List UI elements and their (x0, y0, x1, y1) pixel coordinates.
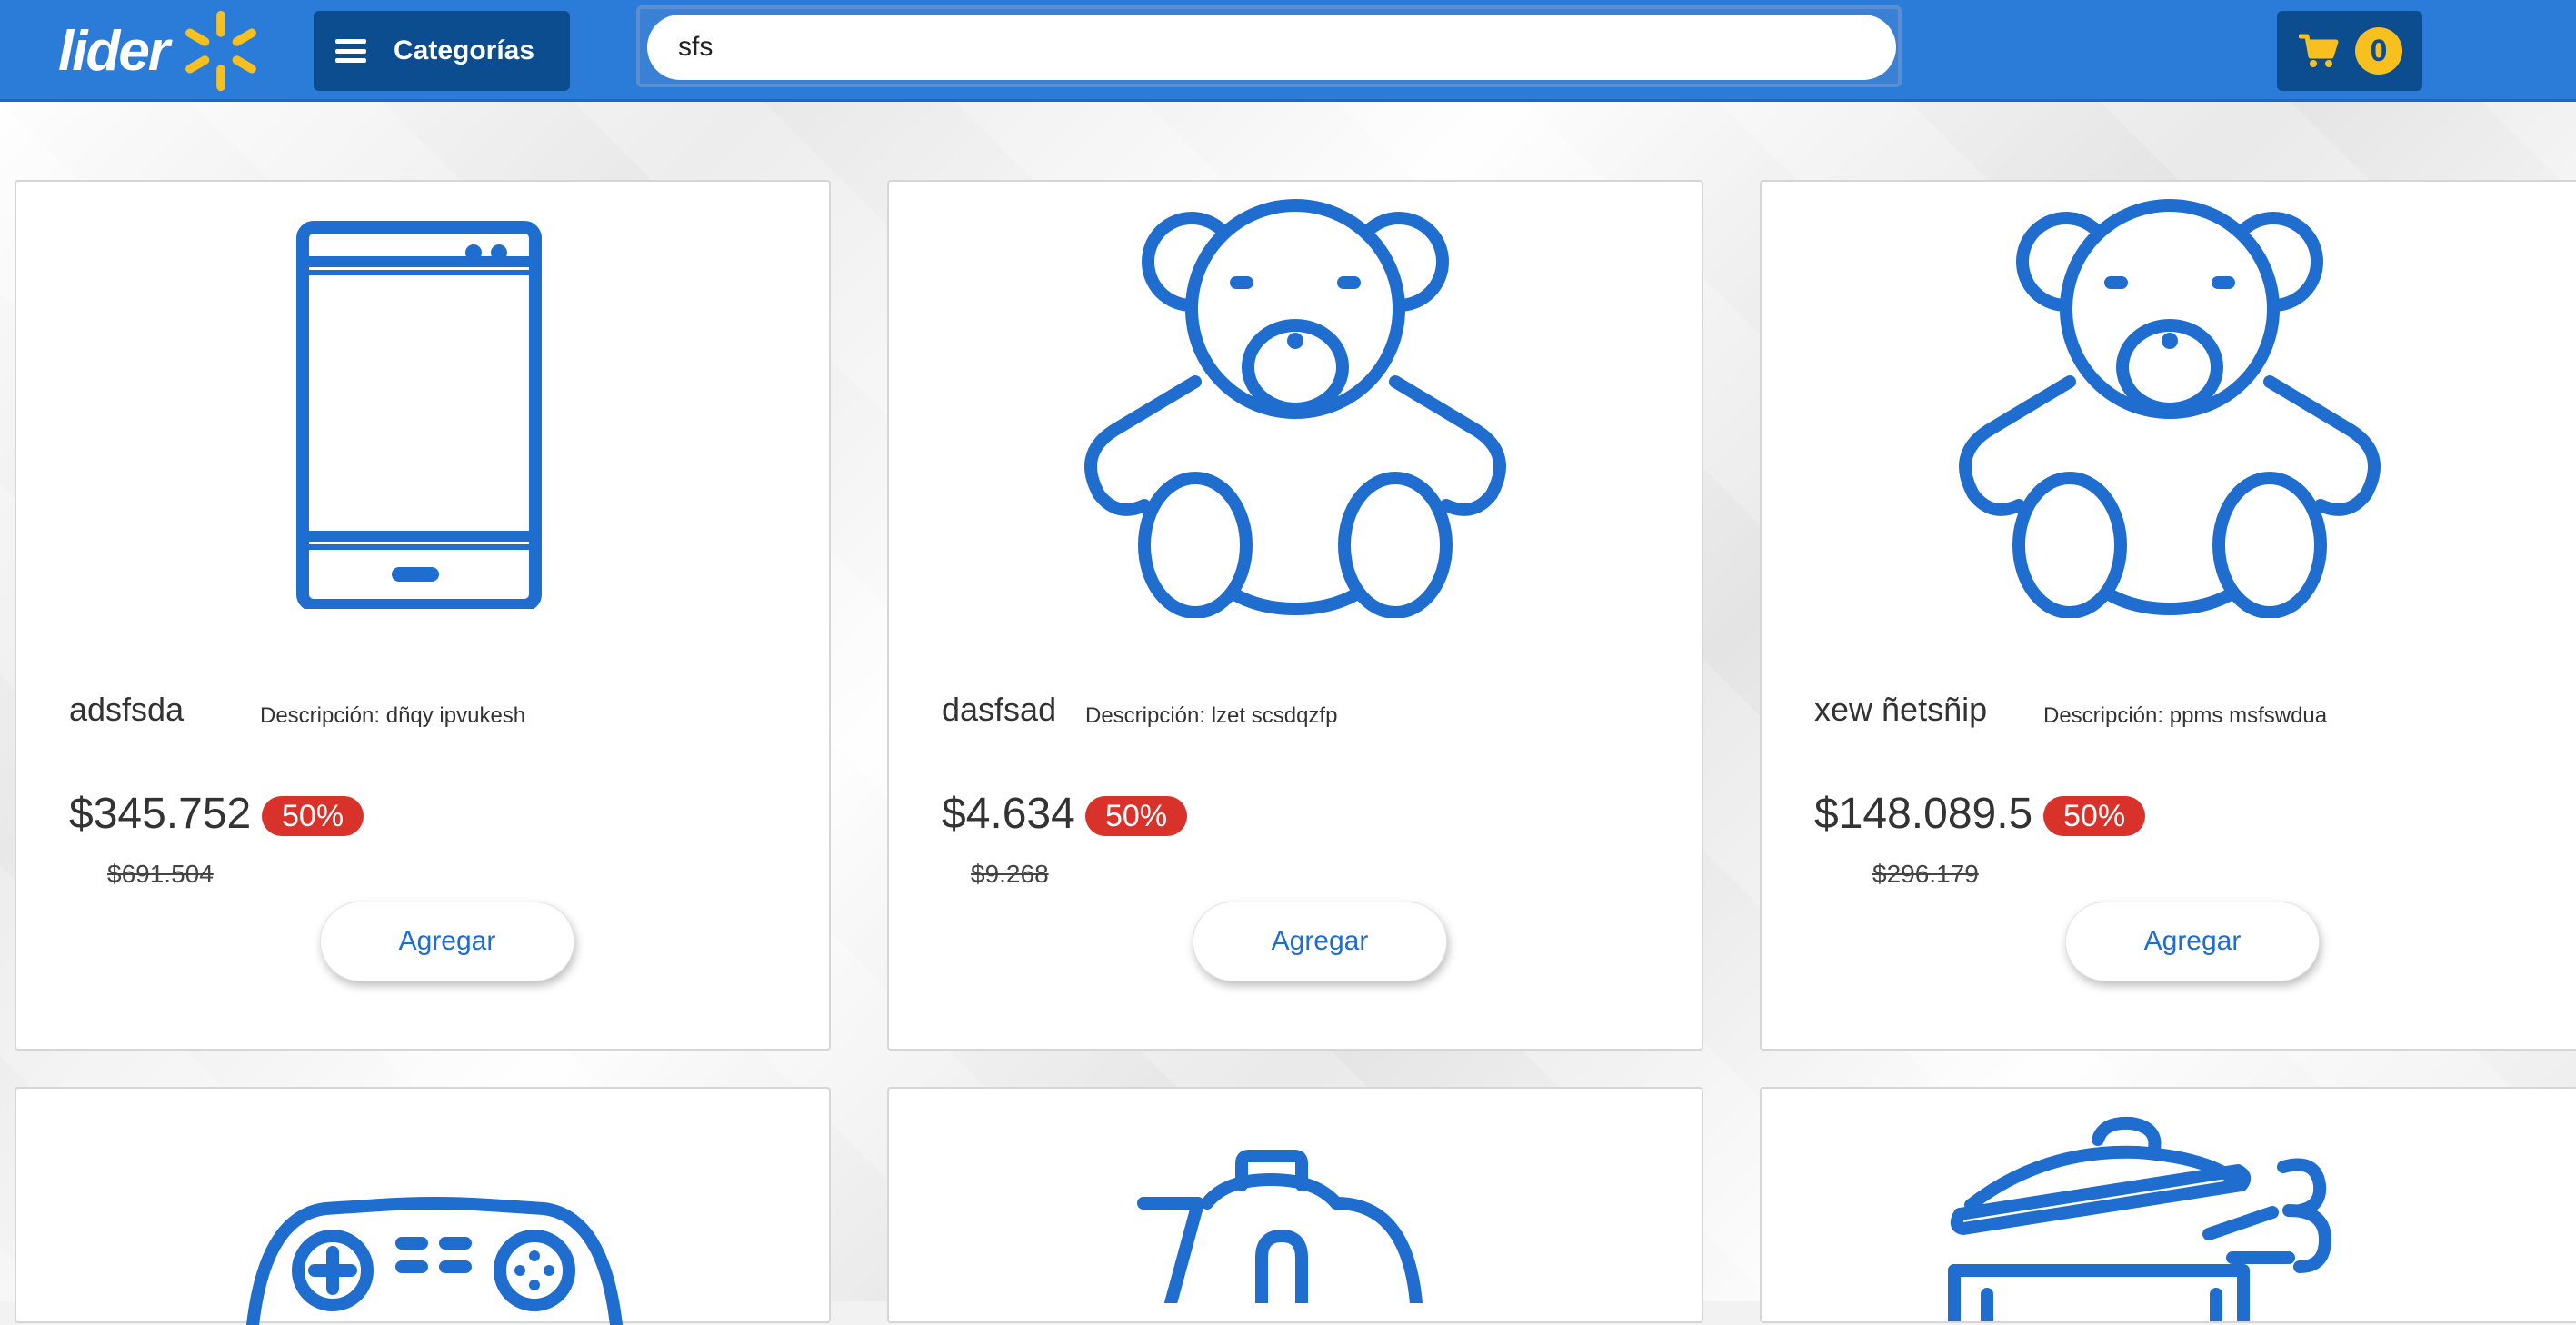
search-box (636, 5, 1902, 87)
product-card: dasfsad Descripción: lzet scsdqzfp $4.63… (887, 180, 1703, 1051)
shopping-cart-icon (2299, 34, 2339, 67)
add-to-cart-button[interactable]: Agregar (1193, 902, 1447, 981)
product-image (889, 182, 1702, 636)
product-card (887, 1087, 1703, 1323)
product-description: Descripción: ppms msfswdua (2043, 703, 2328, 728)
discount-badge: 50% (2043, 796, 2146, 836)
cart-count-badge: 0 (2355, 27, 2402, 75)
product-image (16, 182, 829, 636)
add-to-cart-button[interactable]: Agregar (2065, 902, 2320, 981)
product-name: xew ñetsñip (1814, 691, 1988, 728)
teddy-bear-icon (1084, 199, 1506, 618)
search-input[interactable] (647, 15, 1896, 80)
product-name: adsfsda (69, 691, 185, 728)
smartphone-icon (296, 221, 542, 609)
product-description: Descripción: dñqy ipvukesh (260, 703, 526, 728)
cart-button[interactable]: 0 (2277, 11, 2422, 91)
top-header: lider Categorías 0 (0, 0, 2576, 102)
walmart-spark-icon (185, 10, 256, 92)
product-card: xew ñetsñip Descripción: ppms msfswdua $… (1760, 180, 2576, 1051)
product-price: $148.089.5 (1814, 790, 2033, 838)
categories-button[interactable]: Categorías (314, 11, 570, 91)
teddy-bear-icon (1959, 199, 2381, 618)
product-image (1762, 182, 2576, 636)
product-description: Descripción: lzet scsdqzfp (1085, 703, 1338, 728)
product-card (15, 1087, 831, 1325)
kettle-icon (1137, 1150, 1423, 1303)
original-price: $296.179 (1872, 860, 1979, 888)
gamepad-icon (246, 1197, 623, 1325)
pot-icon (1948, 1116, 2331, 1321)
original-price: $9.268 (971, 860, 1049, 888)
product-price: $345.752 (69, 790, 252, 838)
menu-icon (335, 39, 366, 63)
logo[interactable]: lider (58, 10, 265, 92)
logo-text: lider (58, 19, 170, 83)
discount-badge: 50% (1085, 796, 1188, 836)
discount-badge: 50% (262, 796, 364, 836)
add-to-cart-button[interactable]: Agregar (320, 902, 574, 981)
product-card (1760, 1087, 2576, 1323)
product-card: adsfsda Descripción: dñqy ipvukesh $345.… (15, 180, 831, 1051)
original-price: $691.504 (107, 860, 214, 888)
categories-label: Categorías (394, 35, 535, 65)
product-price: $4.634 (942, 790, 1075, 838)
product-name: dasfsad (942, 691, 1057, 728)
